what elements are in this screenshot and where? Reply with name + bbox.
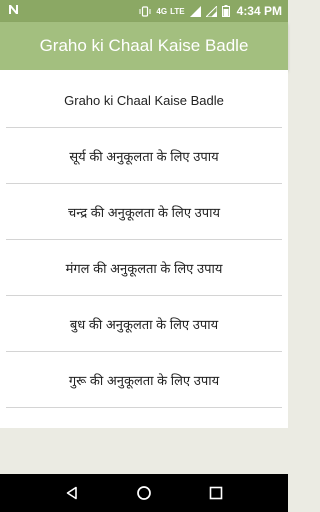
list-item[interactable]: सूर्य की अनुकूलता के लिए उपाय xyxy=(0,128,288,184)
network-type-label: 4G LTE xyxy=(156,7,185,16)
app-bar: Graho ki Chaal Kaise Badle xyxy=(0,22,288,70)
list-item-label: गुरू की अनुकूलता के लिए उपाय xyxy=(68,373,220,388)
list-item-label: Graho ki Chaal Kaise Badle xyxy=(64,92,224,108)
list-item[interactable]: Graho ki Chaal Kaise Badle xyxy=(0,72,288,128)
list-item-label: मंगल की अनुकूलता के लिए उपाय xyxy=(65,261,223,276)
list-item[interactable]: चन्द्र की अनुकूलता के लिए उपाय xyxy=(0,184,288,240)
n-notification-icon xyxy=(8,4,19,18)
signal-icon-2 xyxy=(205,5,217,17)
signal-icon xyxy=(189,5,201,17)
status-icons: 4G LTE 4:34 PM xyxy=(139,4,282,18)
recents-icon xyxy=(209,486,223,500)
main-content: Graho ki Chaal Kaise Badle सूर्य की अनुक… xyxy=(0,70,288,474)
list-item-label: सूर्य की अनुकूलता के लिए उपाय xyxy=(69,149,219,164)
home-button[interactable] xyxy=(124,474,164,512)
page-title: Graho ki Chaal Kaise Badle xyxy=(39,36,249,55)
list-item[interactable]: गुरू की अनुकूलता के लिए उपाय xyxy=(0,352,288,408)
menu-list: Graho ki Chaal Kaise Badle सूर्य की अनुक… xyxy=(0,70,288,428)
battery-icon xyxy=(221,5,230,17)
clock: 4:34 PM xyxy=(236,4,282,18)
navigation-bar xyxy=(0,474,288,512)
list-item[interactable]: मंगल की अनुकूलता के लिए उपाय xyxy=(0,240,288,296)
back-button[interactable] xyxy=(52,474,92,512)
list-item[interactable] xyxy=(0,408,288,428)
list-item-label: बुध की अनुकूलता के लिए उपाय xyxy=(69,317,219,332)
home-icon xyxy=(136,485,152,501)
vibrate-icon xyxy=(139,5,151,17)
back-icon xyxy=(65,486,79,500)
status-bar: 4G LTE 4:34 PM xyxy=(0,0,288,22)
list-item[interactable]: बुध की अनुकूलता के लिए उपाय xyxy=(0,296,288,352)
list-item-label: चन्द्र की अनुकूलता के लिए उपाय xyxy=(67,205,221,220)
recents-button[interactable] xyxy=(196,474,236,512)
